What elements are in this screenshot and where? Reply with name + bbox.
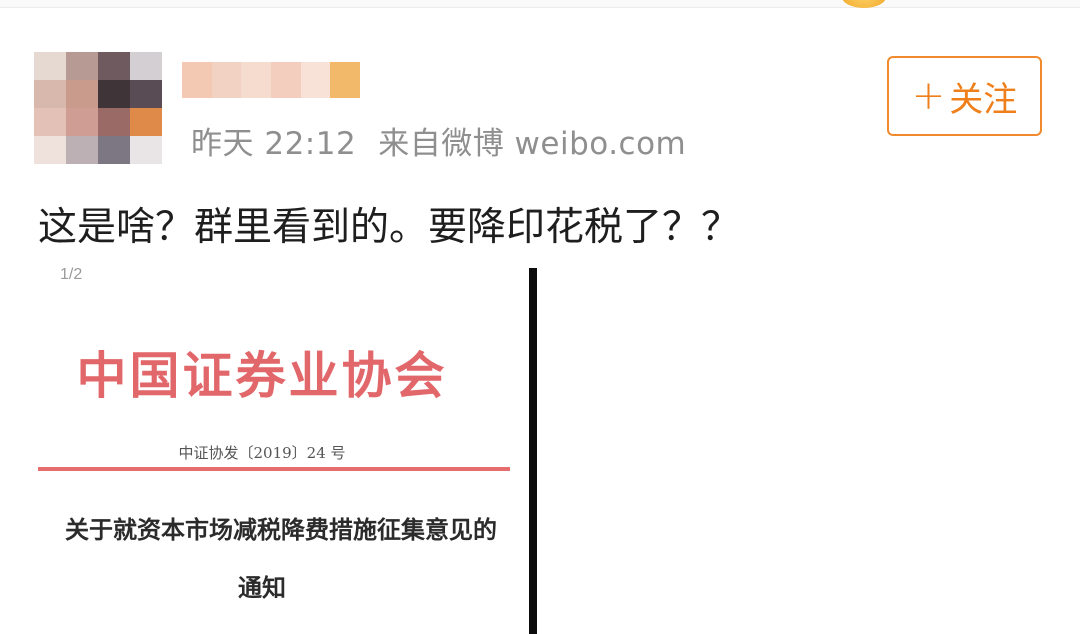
document-number: 中证协发〔2019〕24 号: [178, 444, 346, 462]
username-blurred[interactable]: [182, 62, 361, 98]
post-time: 昨天 22:12: [191, 126, 357, 162]
document-red-rule: [38, 467, 510, 471]
follow-button[interactable]: + 关注: [887, 56, 1042, 136]
follow-label: 关注: [949, 79, 1018, 120]
page-indicator: 1/2: [60, 266, 83, 283]
post-text: 这是啥？群里看到的。要降印花税了？？: [38, 205, 741, 250]
attached-document-image[interactable]: 1/2 中国证券业协会 中证协发〔2019〕24 号 关于就资本市场减税降费措施…: [32, 262, 530, 634]
post-meta: 昨天 22:12 来自微博 weibo.com: [191, 118, 686, 163]
avatar[interactable]: [34, 52, 162, 164]
top-divider: [0, 0, 1080, 8]
image-edge-divider: [529, 268, 537, 634]
document-title-line2: 通知: [238, 573, 286, 602]
plus-icon: +: [911, 73, 946, 119]
document-organization: 中国证券业协会: [76, 346, 448, 405]
document-title-line1: 关于就资本市场减税降费措施征集意见的: [65, 515, 497, 544]
post-source[interactable]: 来自微博 weibo.com: [378, 126, 686, 162]
weibo-post-screen: 昨天 22:12 来自微博 weibo.com + 关注 这是啥？群里看到的。要降…: [0, 0, 1080, 634]
